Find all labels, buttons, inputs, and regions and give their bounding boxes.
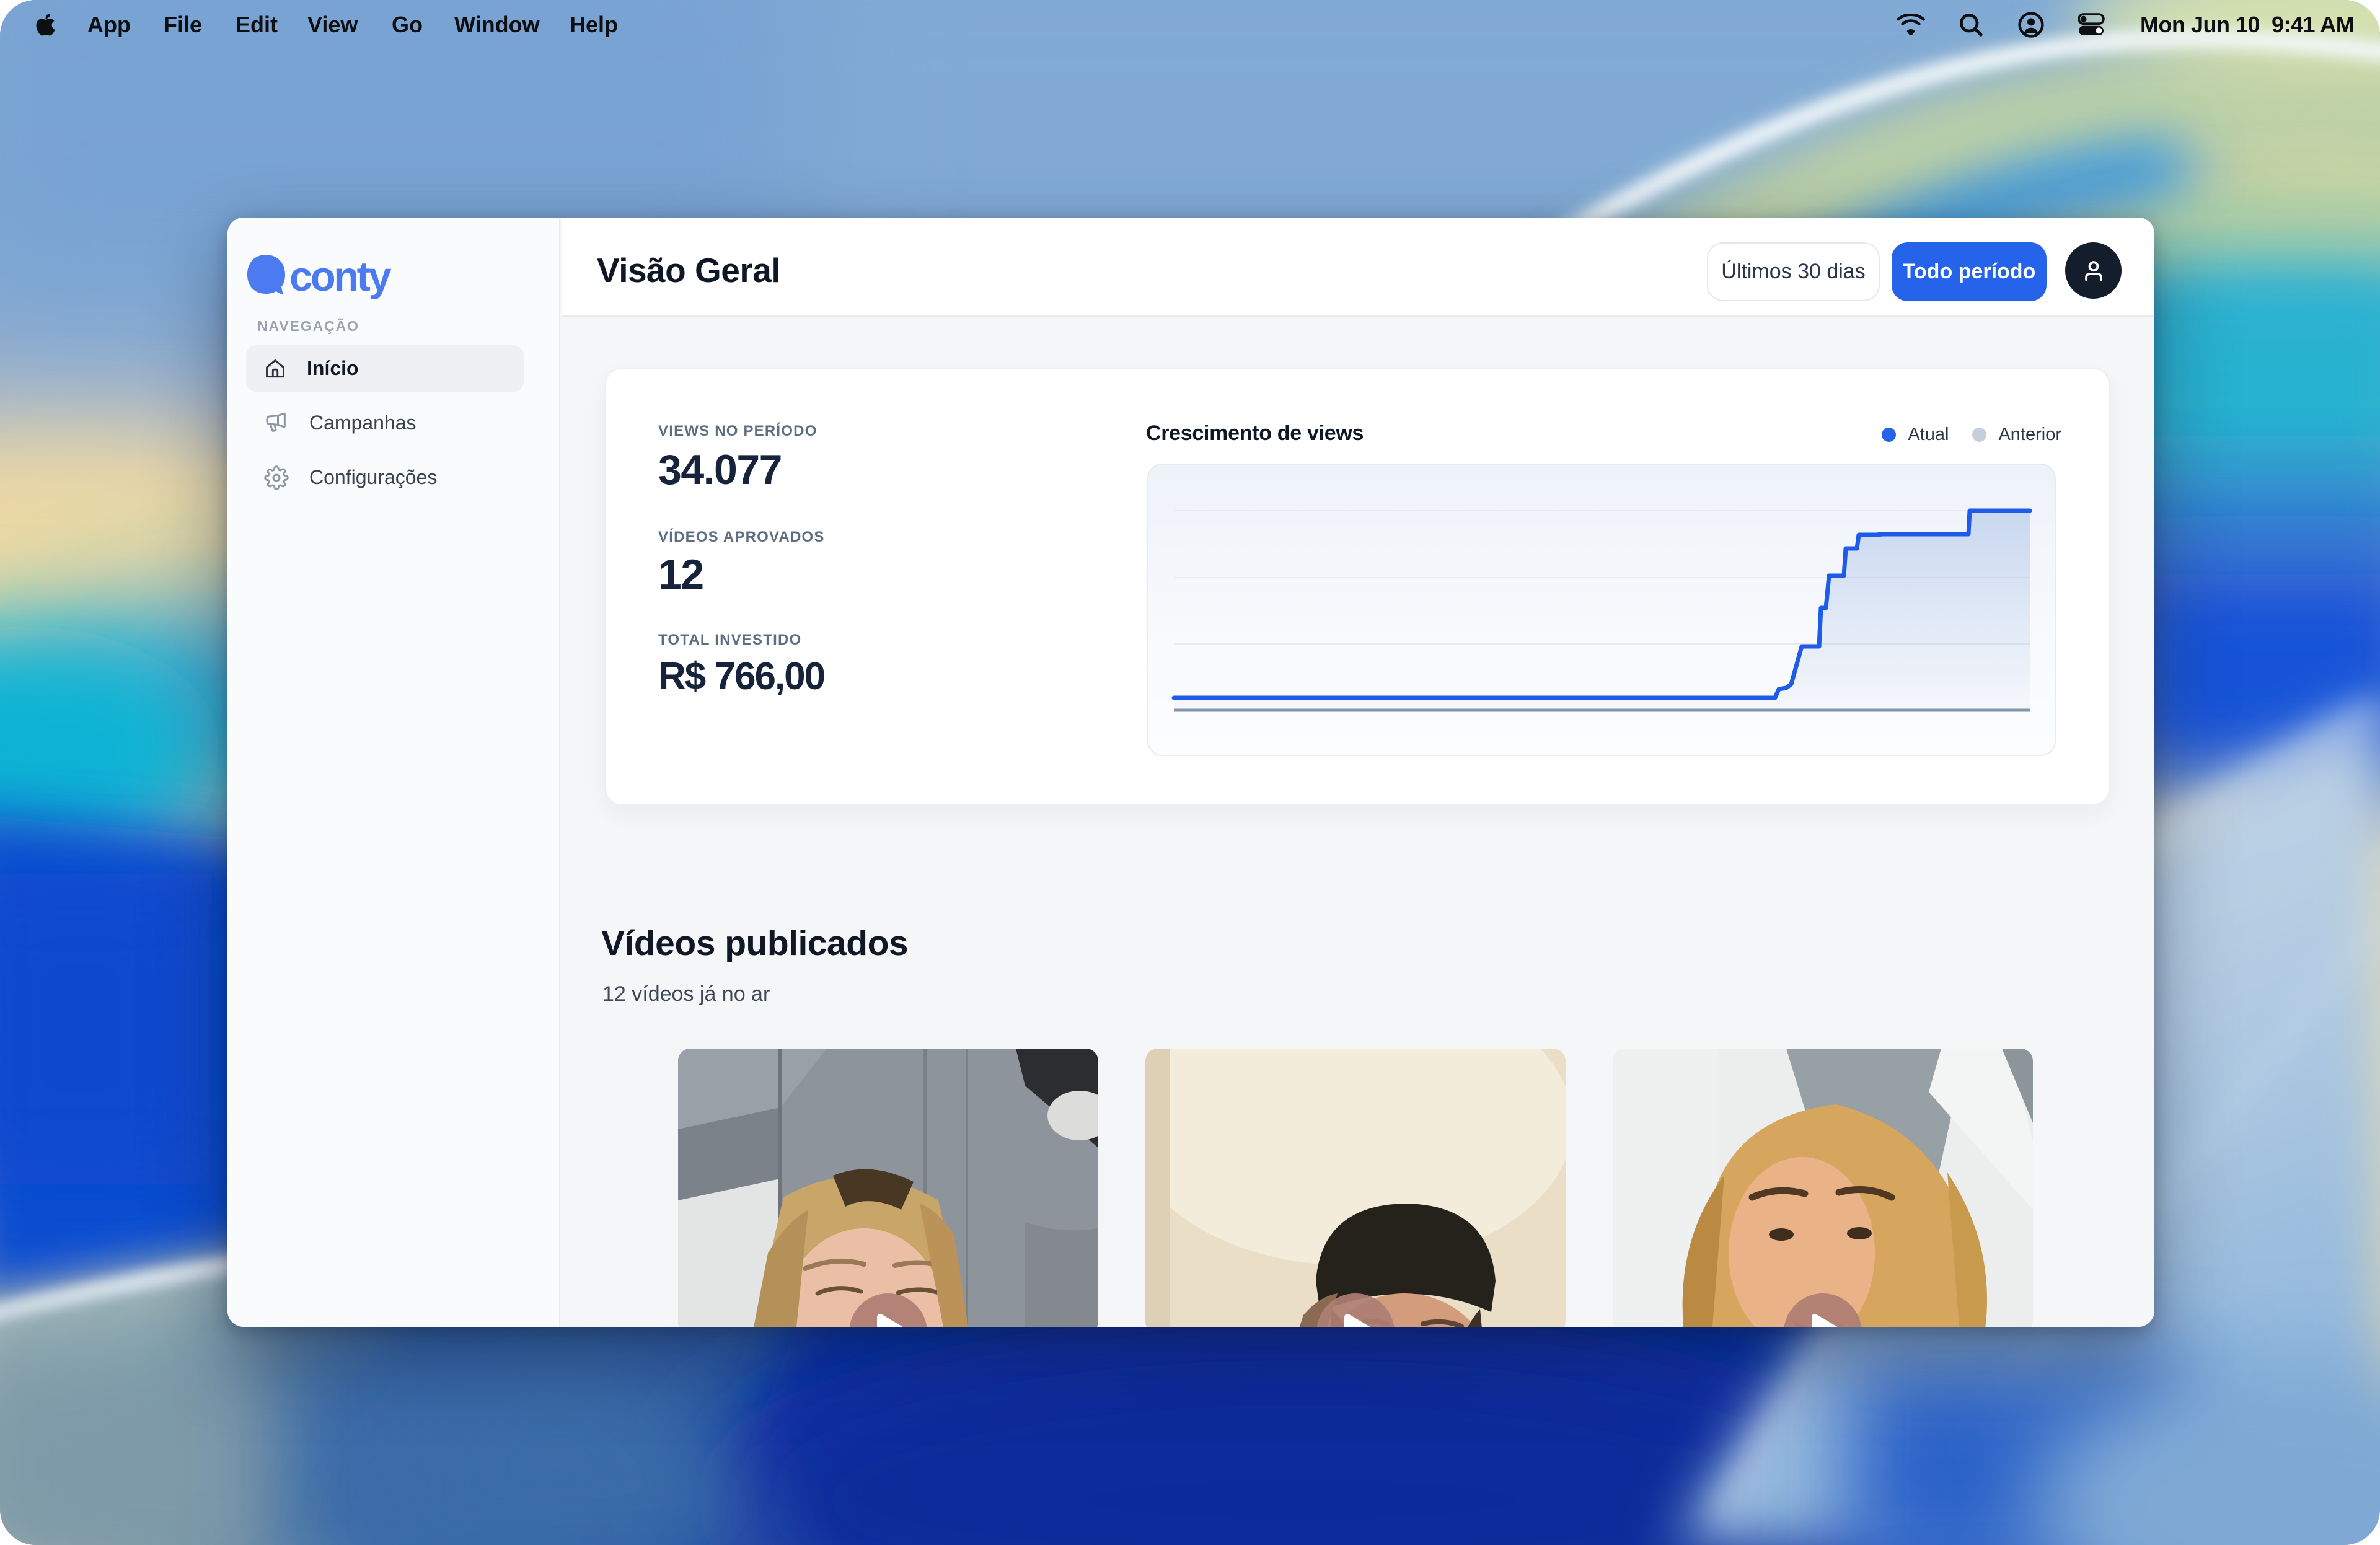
svg-text:conty: conty: [289, 253, 391, 300]
